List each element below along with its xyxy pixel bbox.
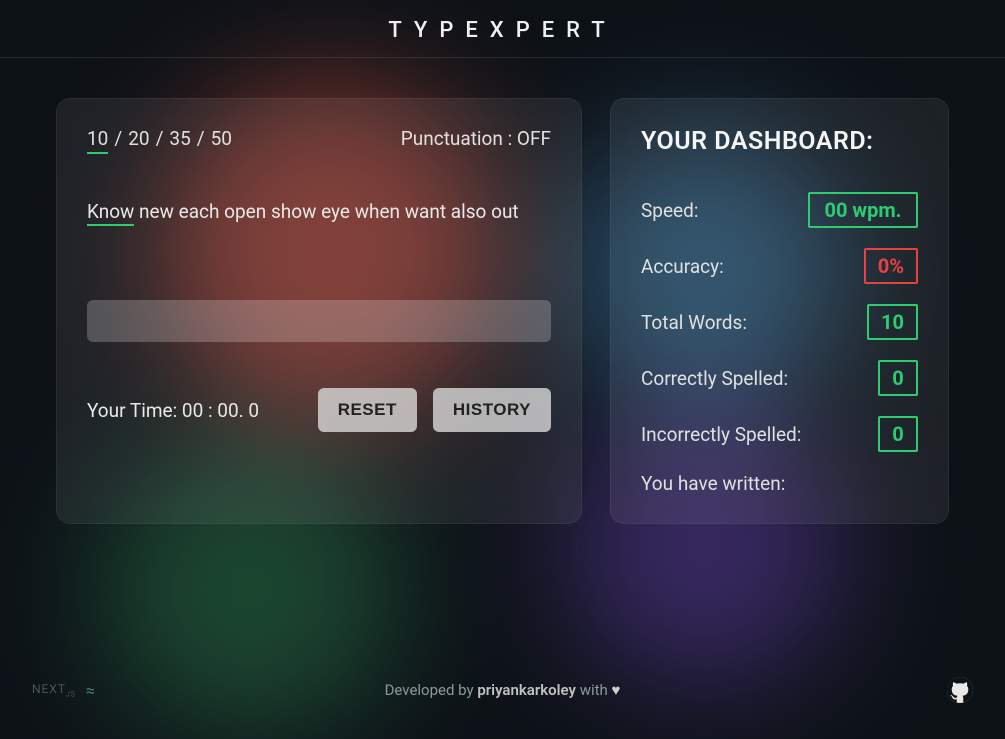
prompt-word: show (271, 200, 316, 223)
tailwind-icon: ≈ (86, 681, 95, 700)
dashboard-row-correct: Correctly Spelled: 0 (641, 360, 918, 396)
github-link[interactable] (947, 677, 973, 703)
heart-icon: ♥ (612, 681, 621, 699)
separator: / (156, 127, 164, 154)
separator: / (114, 127, 122, 154)
reset-button[interactable]: RESET (318, 388, 417, 432)
author-link[interactable]: priyankarkoley (477, 681, 576, 699)
github-icon (947, 677, 973, 703)
dashboard-title: YOUR DASHBOARD: (641, 127, 918, 156)
dashboard-row-accuracy: Accuracy: 0% (641, 248, 918, 284)
dashboard-panel: YOUR DASHBOARD: Speed: 00 wpm. Accuracy:… (610, 98, 949, 524)
word-count-selector: 10 / 20 / 35 / 50 (87, 127, 232, 154)
word-count-option-50[interactable]: 50 (211, 127, 232, 154)
footer-tech-logos: NEXTJS ≈ (32, 681, 95, 700)
history-button[interactable]: HISTORY (433, 388, 551, 432)
punctuation-value: OFF (517, 127, 551, 150)
correct-label: Correctly Spelled: (641, 367, 788, 390)
punctuation-label: Punctuation : (401, 127, 512, 150)
nextjs-logo: NEXTJS (32, 682, 76, 698)
dashboard-row-total: Total Words: 10 (641, 304, 918, 340)
prompt-text: Know new each open show eye when want al… (87, 196, 551, 260)
word-count-option-10[interactable]: 10 (87, 127, 108, 154)
prompt-word: out (491, 200, 519, 223)
timer-prefix: Your Time: (87, 399, 177, 422)
separator: / (197, 127, 205, 154)
total-words-label: Total Words: (641, 311, 747, 334)
with-text: with (580, 681, 608, 699)
timer-value: 00 : 00. 0 (182, 399, 259, 422)
typing-panel: 10 / 20 / 35 / 50 Punctuation : OFF Know… (56, 98, 582, 524)
written-label: You have written: (641, 472, 918, 495)
incorrect-label: Incorrectly Spelled: (641, 423, 801, 446)
prompt-word-current: Know (87, 200, 134, 226)
prompt-word: when (355, 200, 400, 223)
prompt-word: want (405, 200, 446, 223)
word-count-option-35[interactable]: 35 (169, 127, 190, 154)
app-title: TYPEXPERT (0, 0, 1005, 58)
prompt-word: new (139, 200, 174, 223)
total-words-value: 10 (867, 304, 918, 340)
prompt-word: also (451, 200, 487, 223)
speed-value: 00 wpm. (808, 192, 918, 228)
prompt-word: each (179, 200, 220, 223)
punctuation-toggle[interactable]: Punctuation : OFF (401, 127, 551, 150)
developed-by-text: Developed by (385, 681, 474, 699)
prompt-word: eye (321, 200, 350, 223)
dashboard-row-speed: Speed: 00 wpm. (641, 192, 918, 228)
typing-input[interactable] (87, 300, 551, 342)
incorrect-value: 0 (878, 416, 918, 452)
word-count-option-20[interactable]: 20 (128, 127, 149, 154)
footer-credits: Developed by priyankarkoley with ♥ (385, 681, 621, 699)
speed-label: Speed: (641, 199, 698, 222)
dashboard-row-incorrect: Incorrectly Spelled: 0 (641, 416, 918, 452)
accuracy-label: Accuracy: (641, 255, 724, 278)
accuracy-value: 0% (864, 248, 918, 284)
correct-value: 0 (878, 360, 918, 396)
timer-display: Your Time: 00 : 00. 0 (87, 399, 302, 422)
prompt-word: open (224, 200, 266, 223)
